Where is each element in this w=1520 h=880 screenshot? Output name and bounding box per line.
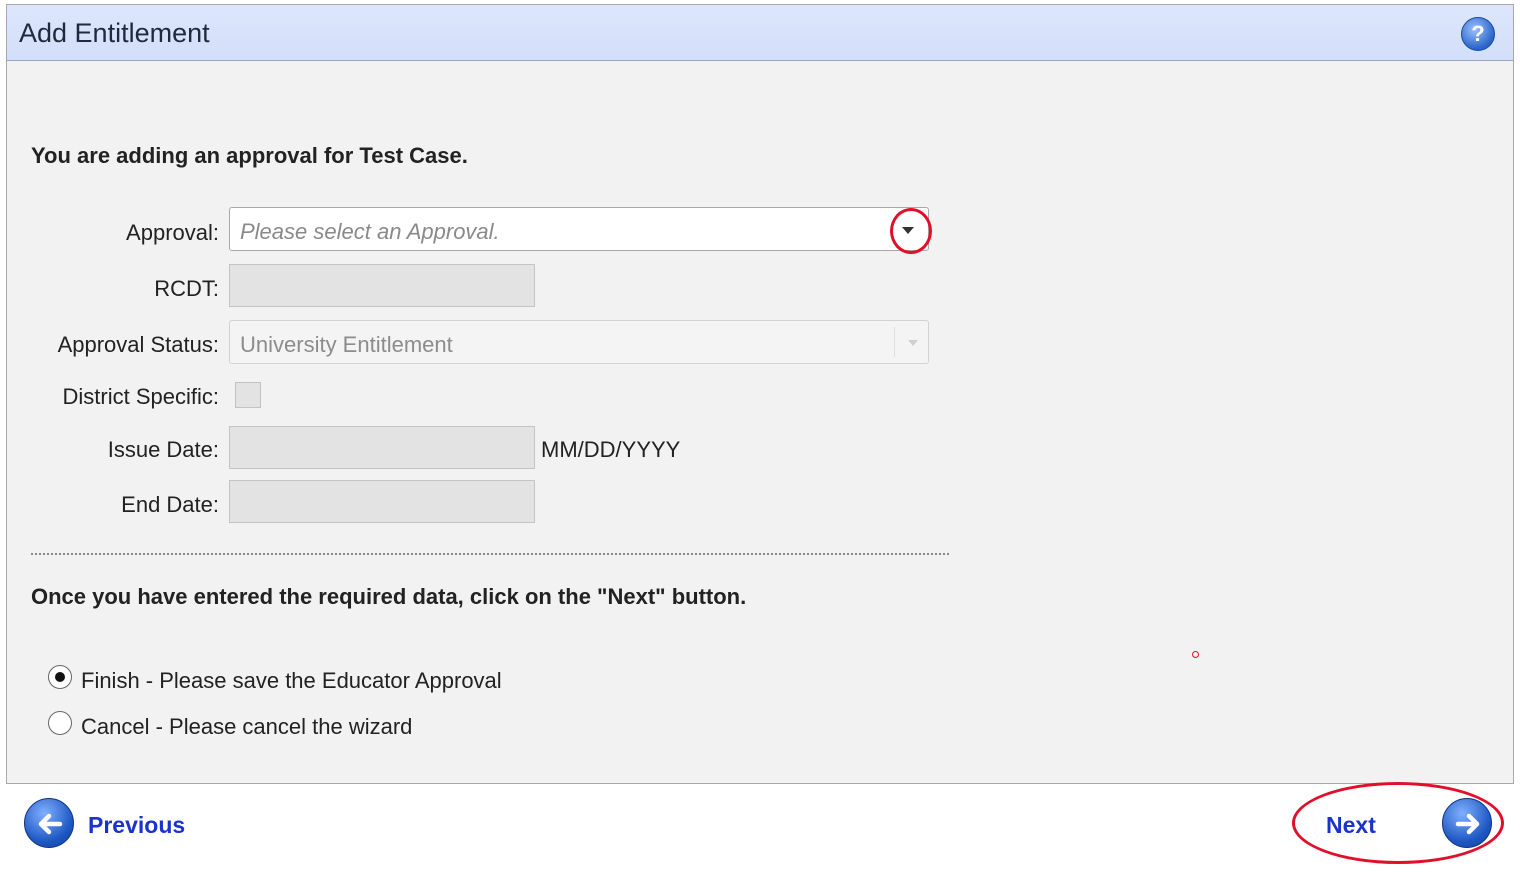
select-divider [894,327,895,357]
rcdt-label: RCDT: [154,276,219,301]
end-date-field [229,480,535,523]
rcdt-field [229,264,535,307]
district-specific-checkbox [235,382,261,408]
arrow-right-icon[interactable] [1442,798,1492,848]
finish-radio[interactable] [48,665,72,689]
previous-button[interactable]: Previous [88,812,185,839]
add-entitlement-window: Add Entitlement ? [6,4,1514,784]
district-specific-label: District Specific: [62,384,219,409]
title-bar: Add Entitlement ? [7,5,1513,61]
intro-text: You are adding an approval for Test Case… [31,143,468,168]
chevron-down-icon [908,340,918,346]
approval-status-label: Approval Status: [57,332,219,357]
approval-status-select: University Entitlement [229,320,929,364]
approval-label: Approval: [126,220,219,245]
approval-dropdown[interactable]: Please select an Approval. [229,207,929,251]
window-title: Add Entitlement [19,18,210,48]
cancel-radio-label[interactable]: Cancel - Please cancel the wizard [81,714,412,740]
instruction-text: Once you have entered the required data,… [31,584,747,609]
cancel-radio[interactable] [48,711,72,735]
arrow-left-icon[interactable] [24,798,74,848]
dotted-divider [31,553,949,555]
help-icon[interactable]: ? [1461,17,1495,51]
chevron-down-icon[interactable] [902,227,914,234]
issue-date-format-hint: MM/DD/YYYY [541,437,681,462]
issue-date-label: Issue Date: [107,437,219,462]
next-button[interactable]: Next [1326,812,1376,839]
approval-status-value: University Entitlement [240,332,453,357]
end-date-label: End Date: [121,492,219,517]
approval-placeholder: Please select an Approval. [240,219,500,244]
annotation-dot [1192,651,1199,658]
finish-radio-label[interactable]: Finish - Please save the Educator Approv… [81,668,502,694]
issue-date-field [229,426,535,469]
